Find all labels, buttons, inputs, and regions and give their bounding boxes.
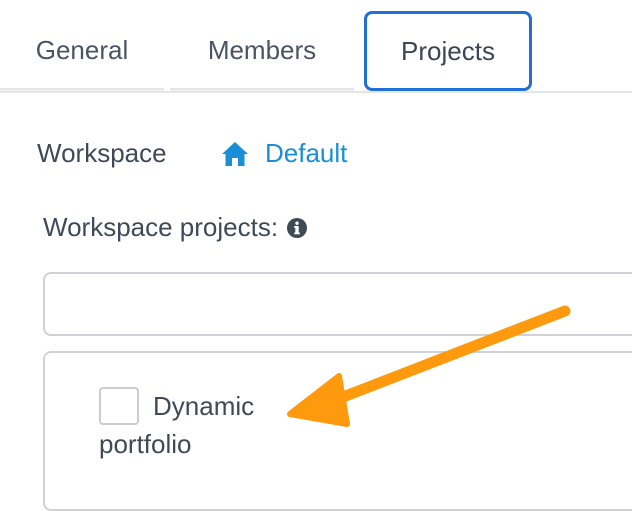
info-icon[interactable]	[286, 217, 308, 239]
workspace-projects-label: Workspace projects:	[43, 212, 308, 243]
tab-bar: General Members Projects	[0, 0, 632, 93]
tab-members[interactable]: Members	[170, 12, 354, 90]
tab-general[interactable]: General	[0, 12, 164, 90]
tab-projects[interactable]: Projects	[364, 11, 532, 91]
tab-projects-label: Projects	[401, 35, 495, 66]
workspace-projects-text: Workspace projects:	[43, 212, 279, 242]
workspace-value: Default	[265, 138, 348, 168]
tab-members-label: Members	[207, 34, 317, 65]
project-list: Dynamic portfolio	[43, 351, 632, 511]
tab-divider	[0, 91, 632, 93]
project-checkbox[interactable]	[99, 387, 139, 425]
workspace-link[interactable]: Default	[221, 138, 347, 169]
project-search-input[interactable]	[43, 272, 632, 336]
project-item[interactable]: Dynamic portfolio	[99, 383, 289, 463]
home-icon	[222, 141, 248, 166]
tab-general-label: General	[35, 34, 129, 65]
workspace-label: Workspace	[37, 138, 167, 168]
